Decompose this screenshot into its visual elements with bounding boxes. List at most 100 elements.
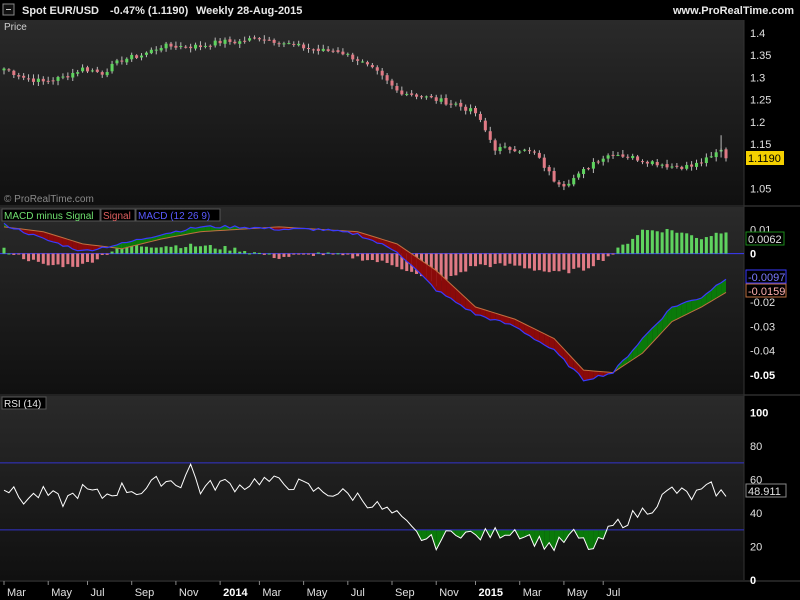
watermark: © ProRealTime.com	[4, 194, 94, 205]
candle-body	[631, 155, 635, 159]
histogram-bar	[582, 253, 586, 271]
x-axis-tick: Mar	[262, 587, 281, 599]
candle-body	[567, 183, 571, 186]
histogram-bar	[213, 248, 217, 254]
histogram-bar	[680, 232, 684, 254]
candle-body	[41, 78, 45, 82]
rsi-axis-tick: 80	[750, 441, 762, 453]
candle-body	[346, 53, 350, 55]
candle-body	[351, 54, 355, 60]
histogram-bar	[464, 253, 468, 272]
candle-body	[31, 78, 35, 82]
histogram-bar	[528, 253, 532, 269]
histogram-bar	[110, 251, 114, 254]
histogram-bar	[238, 251, 242, 254]
candle-body	[572, 178, 576, 185]
candle-body	[243, 40, 247, 42]
histogram-bar	[518, 253, 522, 266]
histogram-bar	[714, 232, 718, 254]
rsi-oversold-fill	[588, 529, 594, 550]
histogram-bar	[562, 253, 566, 270]
candle-body	[306, 47, 311, 49]
candle-body	[493, 140, 497, 151]
signal-label: -0.0159	[748, 286, 785, 298]
macd-axis-tick: 0	[750, 249, 756, 261]
rsi-axis-tick: 0	[750, 575, 756, 587]
histogram-bar	[346, 253, 350, 255]
x-axis-tick: Nov	[439, 587, 459, 599]
histogram-bar	[577, 253, 581, 268]
candle-body	[400, 90, 404, 95]
candle-body	[115, 60, 119, 64]
histogram-bar	[645, 230, 649, 254]
candle-body	[395, 85, 399, 91]
histogram-bar	[601, 253, 605, 261]
x-axis-tick: Mar	[523, 587, 542, 599]
candle-body	[616, 154, 620, 156]
histogram-bar	[331, 253, 335, 255]
histogram-bar	[100, 253, 104, 255]
histogram-bar	[292, 253, 296, 255]
candle-body	[473, 107, 478, 114]
legend-macd: MACD (12 26 9)	[138, 211, 210, 222]
histogram-bar	[395, 253, 399, 267]
candle-body	[164, 43, 168, 49]
x-axis-tick: Sep	[135, 587, 155, 599]
price-panel-label: Price	[4, 22, 27, 33]
candle-body	[282, 43, 286, 45]
candle-body	[626, 156, 630, 158]
histogram-bar	[267, 253, 271, 255]
candle-body	[454, 103, 458, 105]
histogram-bar	[233, 247, 237, 254]
candle-body	[503, 146, 507, 148]
histogram-bar	[361, 253, 365, 261]
candle-body	[297, 43, 301, 46]
histogram-bar	[95, 253, 99, 260]
histogram-bar	[469, 253, 473, 267]
histogram-bar	[655, 231, 659, 254]
candle-body	[135, 55, 139, 58]
candle-body	[650, 161, 654, 165]
histogram-bar	[626, 243, 630, 254]
histogram-bar	[572, 253, 576, 269]
histogram-bar	[311, 253, 315, 256]
candle-body	[238, 41, 242, 44]
histogram-bar	[356, 253, 360, 257]
histogram-bar	[36, 253, 40, 262]
candle-body	[257, 38, 261, 40]
candle-body	[179, 45, 183, 47]
candle-body	[277, 43, 281, 45]
candle-body	[542, 157, 546, 168]
candle-body	[424, 96, 428, 98]
histogram-bar	[105, 253, 109, 255]
candle-body	[159, 48, 163, 51]
histogram-bar	[503, 253, 507, 266]
candle-body	[483, 120, 487, 131]
histogram-bar	[591, 253, 595, 267]
candle-body	[46, 80, 50, 82]
candle-body	[12, 70, 16, 76]
histogram-bar	[321, 253, 325, 256]
histogram-bar	[223, 246, 227, 254]
histogram-bar	[81, 253, 85, 264]
histogram-bar	[616, 247, 620, 254]
candle-body	[704, 157, 708, 164]
histogram-bar	[252, 252, 257, 254]
x-axis-tick: 2014	[223, 587, 248, 599]
candle-body	[22, 75, 26, 78]
histogram-bar	[542, 253, 546, 272]
histogram-bar	[704, 237, 708, 254]
histogram-bar	[336, 253, 340, 255]
histogram-bar	[449, 253, 453, 276]
histogram-bar	[390, 253, 394, 266]
histogram-bar	[385, 253, 389, 263]
candle-body	[670, 166, 674, 168]
histogram-bar	[184, 247, 188, 254]
candle-body	[596, 161, 600, 163]
candle-body	[675, 165, 679, 167]
site-url[interactable]: www.ProRealTime.com	[672, 5, 794, 17]
candle-body	[100, 72, 104, 75]
histogram-bar	[650, 230, 654, 254]
candle-body	[198, 45, 202, 48]
candle-body	[316, 48, 320, 52]
